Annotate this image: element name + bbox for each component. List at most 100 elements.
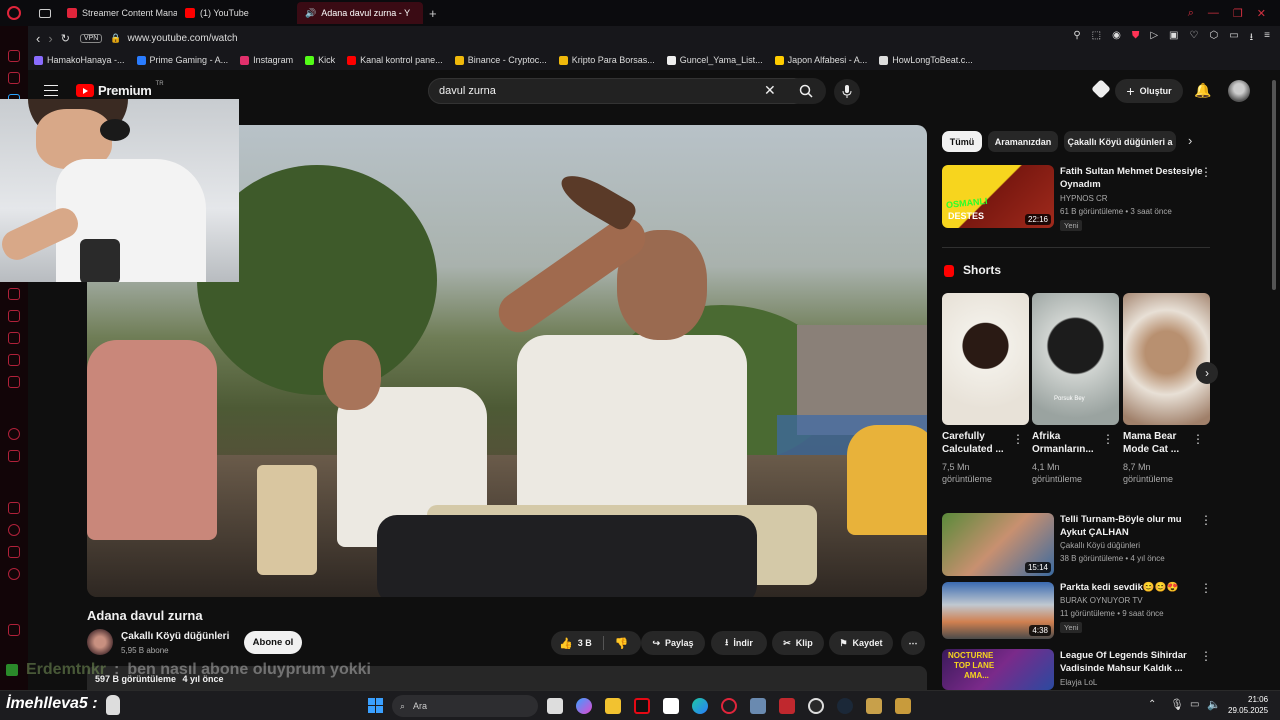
tray-display-icon[interactable]: ▭ — [1190, 699, 1199, 710]
bookmark-item[interactable]: Kick — [305, 55, 335, 65]
save-button[interactable]: ⚑ Kaydet — [829, 631, 893, 655]
download-icon[interactable]: ⭳ — [1250, 30, 1254, 47]
rec-channel[interactable]: HYPNOS CR — [1060, 193, 1108, 205]
file-explorer-icon[interactable] — [605, 698, 621, 714]
taskbar-search[interactable]: ⌕ Ara — [392, 695, 538, 717]
share-button[interactable]: ↪ Paylaş — [641, 631, 705, 655]
riot-icon[interactable] — [895, 698, 911, 714]
close-window-icon[interactable]: ✕ — [1257, 7, 1266, 20]
obs-icon[interactable] — [808, 698, 824, 714]
hamburger-menu-icon[interactable] — [44, 85, 58, 96]
short-thumbnail[interactable] — [942, 293, 1029, 425]
shield-icon[interactable]: ⛊ — [1132, 30, 1140, 47]
short-thumbnail[interactable]: Porsuk Bey — [1032, 293, 1119, 425]
short-title[interactable]: Mama Bear Mode Cat ... — [1123, 430, 1203, 456]
search-tabs-icon[interactable]: ⌕ — [1188, 7, 1194, 20]
play-icon[interactable]: ▷ — [1150, 30, 1158, 47]
menu-icon[interactable]: ≡ — [1264, 30, 1270, 47]
short-more-icon[interactable]: ⋮ — [1102, 432, 1114, 446]
short-more-icon[interactable]: ⋮ — [1192, 432, 1204, 446]
short-more-icon[interactable]: ⋮ — [1012, 432, 1024, 446]
heart-icon[interactable]: ♡ — [1190, 30, 1199, 47]
rec-thumbnail[interactable]: 15:14 — [942, 513, 1054, 576]
short-thumbnail[interactable] — [1123, 293, 1210, 425]
sidebar-whatsapp-icon[interactable] — [8, 288, 20, 300]
create-button[interactable]: + Oluştur — [1115, 79, 1183, 103]
sidebar-shop-icon[interactable] — [8, 72, 20, 84]
forward-icon[interactable]: › — [48, 31, 52, 46]
tab-menu-icon[interactable] — [39, 8, 51, 18]
chip-all[interactable]: Tümü — [942, 131, 982, 152]
rec-more-icon[interactable]: ⋮ — [1200, 649, 1212, 663]
rec-thumbnail[interactable]: 4:38 — [942, 582, 1054, 639]
bookmark-item[interactable]: HowLongToBeat.c... — [879, 55, 973, 65]
chip-from-search[interactable]: Aramanızdan — [988, 131, 1058, 152]
opera-logo-icon[interactable] — [7, 6, 21, 20]
app-icon[interactable] — [779, 698, 795, 714]
sidebar-speed-dial-icon[interactable] — [8, 50, 20, 62]
sidebar-extensions-icon[interactable] — [8, 546, 20, 558]
bookmark-item[interactable]: Prime Gaming - A... — [136, 55, 228, 65]
tray-mic-icon[interactable]: 🎙 — [1170, 698, 1184, 711]
rec-title[interactable]: League Of Legends Sihirdar Vadisinde Mah… — [1060, 649, 1205, 675]
sidebar-player-icon[interactable] — [8, 428, 20, 440]
rec-channel[interactable]: Elayja LoL — [1060, 677, 1097, 689]
sidebar-x-icon[interactable] — [8, 354, 20, 366]
wallet-icon[interactable]: ▭ — [1229, 30, 1238, 47]
extensions-icon[interactable]: ⬡ — [1209, 30, 1218, 47]
reload-icon[interactable]: ↻ — [61, 32, 70, 45]
sidebar-send-icon[interactable] — [8, 450, 20, 462]
bookmark-item[interactable]: Kanal kontrol pane... — [347, 55, 443, 65]
tray-speaker-icon[interactable]: 🔈 — [1207, 698, 1221, 711]
subscribe-button[interactable]: Abone ol — [244, 631, 302, 654]
opera-gx-icon[interactable] — [721, 698, 737, 714]
back-icon[interactable]: ‹ — [36, 31, 40, 46]
bookmark-item[interactable]: Instagram — [240, 55, 293, 65]
channel-avatar[interactable] — [87, 629, 113, 655]
download-button[interactable]: ⭳ İndir — [711, 631, 767, 655]
rec-title[interactable]: Telli Turnam-Böyle olur mu Aykut ÇALHAN — [1060, 513, 1205, 539]
edge-icon[interactable] — [692, 698, 708, 714]
rec-thumbnail[interactable]: OSMANLI DESTES 22:16 — [942, 165, 1054, 228]
shorts-next-button[interactable]: › — [1196, 362, 1218, 384]
settings-app-icon[interactable] — [750, 698, 766, 714]
youtube-logo[interactable]: Premium TR — [76, 81, 164, 98]
tray-chevron-icon[interactable]: ⌃ — [1148, 699, 1156, 710]
pip-icon[interactable]: ▣ — [1169, 30, 1178, 47]
task-view-icon[interactable] — [547, 698, 563, 714]
rec-title[interactable]: Parkta kedi sevdik😊😊😍 — [1060, 581, 1205, 594]
rec-channel[interactable]: Çakallı Köyü düğünleri — [1060, 540, 1140, 552]
minimize-icon[interactable]: — — [1208, 7, 1219, 20]
bookmark-item[interactable]: Japon Alfabesi - A... — [774, 55, 867, 65]
sidebar-instagram-icon[interactable] — [8, 332, 20, 344]
camera-icon[interactable]: ◉ — [1112, 30, 1121, 47]
chevron-right-icon[interactable]: › — [1188, 133, 1192, 148]
rec-title[interactable]: Fatih Sultan Mehmet Destesiyle Oynadım — [1060, 165, 1220, 191]
short-title[interactable]: Carefully Calculated ... — [942, 430, 1022, 456]
dislike-icon[interactable]: 👎 — [615, 637, 629, 650]
youtube-studio-icon[interactable] — [1091, 79, 1111, 99]
like-icon[interactable]: 👍 — [559, 637, 573, 650]
maximize-icon[interactable]: ❐ — [1233, 7, 1243, 20]
tab-youtube[interactable]: (1) YouTube — [177, 2, 297, 24]
clear-search-icon[interactable]: ✕ — [764, 82, 776, 99]
notifications-bell-icon[interactable]: 🔔 — [1194, 82, 1211, 99]
more-actions-button[interactable]: ⋯ — [901, 631, 925, 655]
chip-channel[interactable]: Çakallı Köyü düğünleri a — [1064, 131, 1176, 152]
sidebar-settings-icon[interactable] — [8, 568, 20, 580]
channel-name[interactable]: Çakallı Köyü düğünleri — [121, 631, 229, 642]
vpn-badge[interactable]: VPN — [79, 33, 103, 43]
game-launcher-icon[interactable] — [866, 698, 882, 714]
url-text[interactable]: www.youtube.com/watch — [128, 33, 238, 44]
clip-button[interactable]: ✂ Klip — [772, 631, 824, 655]
netflix-icon[interactable] — [634, 698, 650, 714]
avatar[interactable] — [1228, 80, 1250, 102]
voice-search-button[interactable] — [834, 79, 860, 105]
start-button[interactable] — [368, 698, 383, 713]
copilot-icon[interactable] — [576, 698, 592, 714]
rec-more-icon[interactable]: ⋮ — [1200, 165, 1212, 179]
sidebar-history-icon[interactable] — [8, 502, 20, 514]
new-tab-button[interactable]: + — [429, 6, 437, 21]
rec-thumbnail[interactable]: NOCTURNE TOP LANE AMA... — [942, 649, 1054, 690]
bookmark-item[interactable]: HamakoHanaya -... — [34, 55, 125, 65]
